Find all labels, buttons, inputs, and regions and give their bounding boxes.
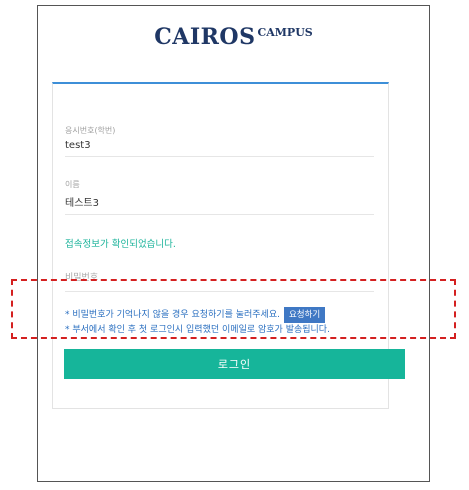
forgot-password-text: * 비밀번호가 기억나지 않을 경우 요청하기를 눌러주세요.: [65, 310, 280, 320]
logo-sub-text: CAMPUS: [257, 26, 313, 39]
exam-number-field[interactable]: 응시번호(학번) test3: [65, 125, 374, 157]
logo-main-text: CAIROS: [154, 24, 256, 50]
confirm-message: 접속정보가 확인되었습니다.: [65, 239, 176, 250]
exam-number-label: 응시번호(학번): [65, 126, 116, 135]
field-underline: [65, 214, 374, 215]
login-button[interactable]: 로그인: [64, 349, 405, 379]
name-label: 이름: [65, 180, 80, 189]
name-value[interactable]: 테스트3: [65, 194, 374, 209]
password-field[interactable]: 비밀번호: [65, 270, 374, 292]
name-field[interactable]: 이름 테스트3: [65, 179, 374, 215]
app-window: CAIROS CAMPUS 응시번호(학번) test3 이름 테스트3 접속정보…: [37, 5, 430, 482]
login-card: 응시번호(학번) test3 이름 테스트3 접속정보가 확인되었습니다. 비밀…: [52, 82, 405, 409]
forgot-password-note: * 비밀번호가 기억나지 않을 경우 요청하기를 눌러주세요. 요청하기: [65, 307, 326, 323]
request-button[interactable]: 요청하기: [283, 307, 326, 323]
cairos-campus-logo: CAIROS CAMPUS: [38, 24, 429, 50]
email-note: * 부서에서 확인 후 첫 로그인시 입력했던 이메일로 암호가 발송됩니다.: [65, 325, 330, 335]
field-underline: [65, 156, 374, 157]
field-underline: [65, 291, 374, 292]
password-placeholder[interactable]: 비밀번호: [65, 270, 374, 283]
exam-number-value[interactable]: test3: [65, 140, 374, 151]
